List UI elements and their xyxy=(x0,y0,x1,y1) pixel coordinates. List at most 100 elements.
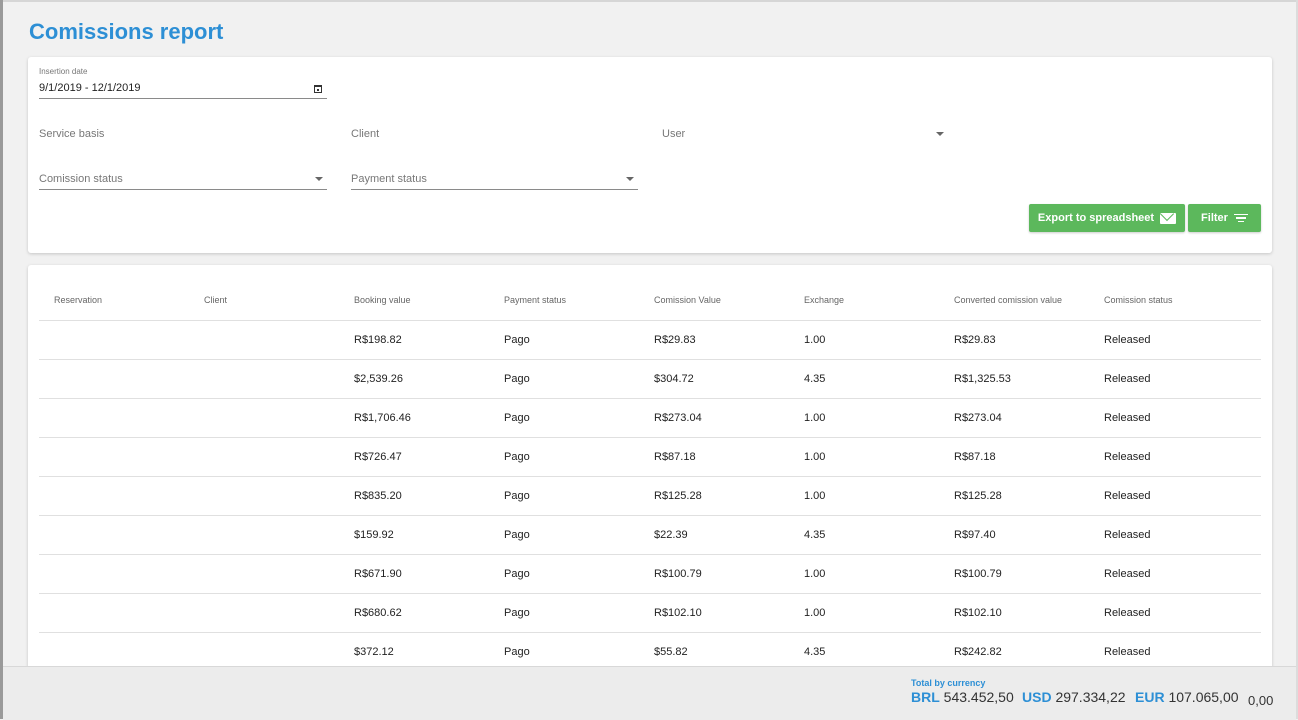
exchange-cell: 1.00 xyxy=(789,593,939,633)
comissions-table: Reservation Client Booking value Payment… xyxy=(39,280,1261,672)
converted-comission-cell: R$102.10 xyxy=(939,593,1089,633)
reservation-cell xyxy=(39,320,189,360)
filter-button-label: Filter xyxy=(1201,212,1228,224)
table-row[interactable]: R$1,706.46 Pago R$273.04 1.00 R$273.04 Releas… xyxy=(39,398,1261,438)
table-row[interactable]: R$671.90 Pago R$100.79 1.00 R$100.79 Released xyxy=(39,554,1261,594)
booking-value-cell: $159.92 xyxy=(339,515,489,555)
mail-icon xyxy=(1160,212,1177,224)
comission-status-cell: Released xyxy=(1089,320,1261,360)
totals-footer: Total by currency BRL 543.452,50 USD 297… xyxy=(3,666,1296,720)
comission-status-cell: Released xyxy=(1089,593,1261,633)
service-basis-placeholder: Service basis xyxy=(39,128,105,140)
exchange-cell: 4.35 xyxy=(789,359,939,399)
table-row[interactable]: $159.92 Pago $22.39 4.35 R$97.40 Released xyxy=(39,515,1261,555)
comission-status-cell: Released xyxy=(1089,398,1261,438)
comission-status-cell: Released xyxy=(1089,359,1261,399)
user-placeholder: User xyxy=(662,128,686,140)
report-table-panel: Reservation Client Booking value Payment… xyxy=(28,265,1272,675)
reservation-cell xyxy=(39,515,189,555)
payment-status-cell: Pago xyxy=(489,398,639,438)
payment-status-underline xyxy=(351,189,638,190)
payment-status-cell: Pago xyxy=(489,554,639,594)
grand-total: 0,00 xyxy=(1248,693,1274,708)
comission-value-cell: R$273.04 xyxy=(639,398,789,438)
exchange-cell: 1.00 xyxy=(789,437,939,477)
comission-status-cell: Released xyxy=(1089,476,1261,516)
payment-status-placeholder: Payment status xyxy=(351,173,427,185)
page-title: Comissions report xyxy=(29,19,224,44)
payment-status-cell: Pago xyxy=(489,359,639,399)
booking-value-cell: R$680.62 xyxy=(339,593,489,633)
total-usd: USD 297.334,22 xyxy=(1022,689,1126,705)
column-header-comission-status[interactable]: Comission status xyxy=(1089,280,1261,321)
comission-value-cell: R$87.18 xyxy=(639,437,789,477)
filter-icon xyxy=(1233,213,1248,223)
table-header-row: Reservation Client Booking value Payment… xyxy=(39,280,1261,321)
insertion-date-underline xyxy=(39,98,327,99)
client-field[interactable]: Client xyxy=(351,127,638,143)
comission-status-cell: Released xyxy=(1089,515,1261,555)
column-header-client[interactable]: Client xyxy=(189,280,339,321)
booking-value-cell: R$1,706.46 xyxy=(339,398,489,438)
chevron-down-icon[interactable] xyxy=(315,177,323,181)
converted-comission-cell: R$273.04 xyxy=(939,398,1089,438)
service-basis-field[interactable]: Service basis xyxy=(39,127,327,143)
column-header-booking-value[interactable]: Booking value xyxy=(339,280,489,321)
comission-status-select[interactable]: Comission status xyxy=(39,172,327,190)
total-currency: USD xyxy=(1022,689,1052,705)
table-row[interactable]: R$726.47 Pago R$87.18 1.00 R$87.18 Released xyxy=(39,437,1261,477)
reservation-cell xyxy=(39,437,189,477)
total-amount: 107.065,00 xyxy=(1168,689,1239,705)
booking-value-cell: R$835.20 xyxy=(339,476,489,516)
chevron-down-icon[interactable] xyxy=(626,177,634,181)
left-border xyxy=(0,0,3,719)
converted-comission-cell: R$1,325.53 xyxy=(939,359,1089,399)
filter-button[interactable]: Filter xyxy=(1188,204,1261,232)
exchange-cell: 1.00 xyxy=(789,554,939,594)
payment-status-select[interactable]: Payment status xyxy=(351,172,638,190)
converted-comission-cell: R$125.28 xyxy=(939,476,1089,516)
reservation-cell xyxy=(39,398,189,438)
comission-value-cell: R$29.83 xyxy=(639,320,789,360)
table-row[interactable]: $2,539.26 Pago $304.72 4.35 R$1,325.53 Releas… xyxy=(39,359,1261,399)
exchange-cell: 1.00 xyxy=(789,320,939,360)
converted-comission-cell: R$87.18 xyxy=(939,437,1089,477)
exchange-cell: 4.35 xyxy=(789,515,939,555)
converted-comission-cell: R$29.83 xyxy=(939,320,1089,360)
client-cell xyxy=(189,515,339,555)
booking-value-cell: R$726.47 xyxy=(339,437,489,477)
table-row[interactable]: R$835.20 Pago R$125.28 1.00 R$125.28 Released xyxy=(39,476,1261,516)
filter-panel: Insertion date 9/1/2019 - 12/1/2019 Serv… xyxy=(28,57,1272,253)
calendar-icon[interactable] xyxy=(314,85,322,93)
total-currency: EUR xyxy=(1135,689,1165,705)
comission-status-cell: Released xyxy=(1089,554,1261,594)
reservation-cell xyxy=(39,593,189,633)
reservation-cell xyxy=(39,359,189,399)
comission-status-underline xyxy=(39,189,327,190)
column-header-converted-comission[interactable]: Converted comission value xyxy=(939,280,1089,321)
column-header-payment-status[interactable]: Payment status xyxy=(489,280,639,321)
comission-value-cell: R$100.79 xyxy=(639,554,789,594)
table-row[interactable]: R$680.62 Pago R$102.10 1.00 R$102.10 Released xyxy=(39,593,1261,633)
insertion-date-label: Insertion date xyxy=(39,67,88,76)
column-header-reservation[interactable]: Reservation xyxy=(39,280,189,321)
export-spreadsheet-button[interactable]: Export to spreadsheet xyxy=(1029,204,1185,232)
comission-value-cell: R$102.10 xyxy=(639,593,789,633)
comission-value-cell: R$125.28 xyxy=(639,476,789,516)
client-cell xyxy=(189,593,339,633)
user-select[interactable]: User xyxy=(662,127,946,143)
total-currency: BRL xyxy=(911,689,940,705)
insertion-date-field[interactable]: Insertion date 9/1/2019 - 12/1/2019 xyxy=(39,67,327,99)
insertion-date-value[interactable]: 9/1/2019 - 12/1/2019 xyxy=(39,82,141,94)
chevron-down-icon[interactable] xyxy=(936,132,944,136)
booking-value-cell: R$671.90 xyxy=(339,554,489,594)
table-row[interactable]: R$198.82 Pago R$29.83 1.00 R$29.83 Released xyxy=(39,320,1261,360)
total-brl: BRL 543.452,50 xyxy=(911,689,1014,705)
converted-comission-cell: R$97.40 xyxy=(939,515,1089,555)
column-header-exchange[interactable]: Exchange xyxy=(789,280,939,321)
column-header-comission-value[interactable]: Comission Value xyxy=(639,280,789,321)
client-cell xyxy=(189,476,339,516)
comission-value-cell: $304.72 xyxy=(639,359,789,399)
total-eur: EUR 107.065,00 xyxy=(1135,689,1239,705)
client-cell xyxy=(189,554,339,594)
